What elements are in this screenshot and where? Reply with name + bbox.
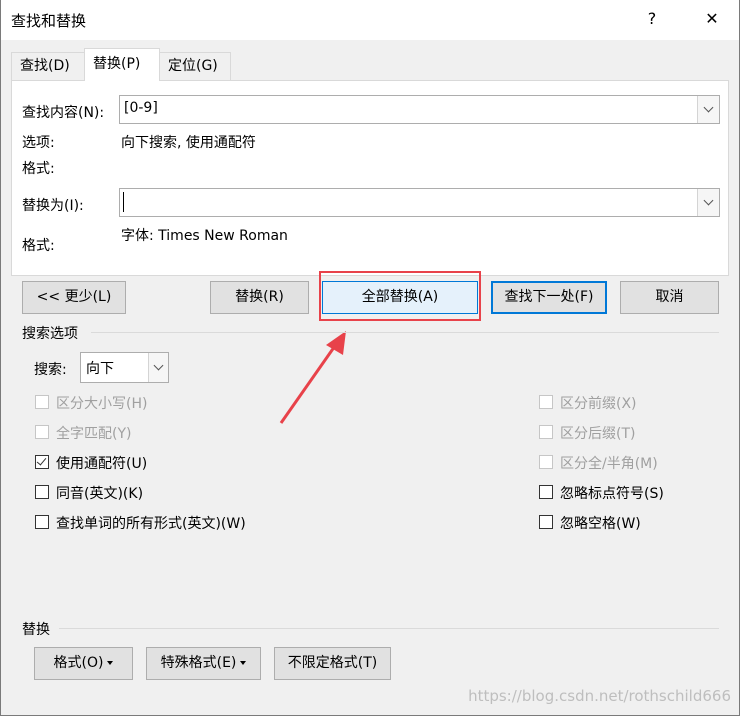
special-format-button[interactable]: 特殊格式(E) — [146, 647, 261, 680]
tab-find[interactable]: 查找(D) — [11, 52, 85, 80]
find-input[interactable]: [0-9] — [124, 100, 158, 116]
replace-button[interactable]: 替换(R) — [210, 281, 309, 314]
tab-goto[interactable]: 定位(G) — [159, 52, 231, 80]
replace-format-label: 格式: — [22, 238, 55, 254]
format-button[interactable]: 格式(O) — [34, 647, 133, 680]
ignore-space-checkbox[interactable] — [539, 515, 553, 529]
whole-word-checkbox[interactable] — [35, 425, 49, 439]
all-word-forms-checkbox[interactable] — [35, 515, 49, 529]
search-options-heading: 搜索选项 — [22, 326, 78, 342]
format-button-label: 格式(O) — [53, 655, 104, 671]
match-prefix-label: 区分前缀(X) — [560, 396, 637, 412]
ignore-punctuation-label: 忽略标点符号(S) — [560, 486, 664, 502]
find-format-label: 格式: — [22, 161, 55, 177]
cancel-button[interactable]: 取消 — [620, 281, 719, 314]
find-next-button[interactable]: 查找下一处(F) — [491, 281, 607, 314]
watermark: https://blog.csdn.net/rothschild666 — [468, 687, 731, 705]
search-direction-label: 搜索: — [34, 362, 67, 378]
less-button[interactable]: << 更少(L) — [22, 281, 126, 314]
chevron-down-icon — [703, 102, 714, 113]
special-format-button-label: 特殊格式(E) — [160, 655, 237, 671]
use-wildcards-label: 使用通配符(U) — [56, 456, 148, 472]
match-prefix-checkbox[interactable] — [539, 395, 553, 409]
replace-combobox[interactable] — [119, 188, 720, 217]
options-label: 选项: — [22, 135, 55, 151]
find-combobox[interactable]: [0-9] — [119, 95, 720, 124]
no-formatting-button[interactable]: 不限定格式(T) — [274, 647, 391, 680]
ignore-space-label: 忽略空格(W) — [560, 516, 641, 532]
search-direction-select[interactable]: 向下 — [80, 352, 169, 383]
match-width-checkbox[interactable] — [539, 455, 553, 469]
dropdown-arrow-icon — [240, 661, 247, 665]
close-button[interactable]: ✕ — [689, 0, 735, 38]
match-suffix-label: 区分后缀(T) — [560, 426, 636, 442]
section-divider — [91, 332, 719, 333]
match-suffix-checkbox[interactable] — [539, 425, 553, 439]
replace-dropdown-button[interactable] — [697, 189, 719, 216]
chevron-down-icon — [703, 195, 714, 206]
help-button[interactable]: ? — [629, 0, 675, 38]
replace-label: 替换为(I): — [22, 198, 84, 214]
find-replace-dialog: 查找和替换 ? ✕ 查找(D) 替换(P) 定位(G) 查找内容(N): [0-… — [0, 0, 740, 716]
chevron-down-icon — [153, 360, 164, 371]
dropdown-arrow-icon — [107, 661, 114, 665]
match-case-label: 区分大小写(H) — [56, 396, 148, 412]
all-word-forms-label: 查找单词的所有形式(英文)(W) — [56, 516, 246, 532]
checkmark-icon — [36, 455, 47, 466]
annotation-arrow-icon — [279, 331, 346, 424]
replace-section-heading: 替换 — [22, 622, 50, 638]
match-width-label: 区分全/半角(M) — [560, 456, 658, 472]
replace-format-value: 字体: Times New Roman — [121, 228, 288, 244]
text-caret — [123, 192, 124, 212]
ignore-punctuation-checkbox[interactable] — [539, 485, 553, 499]
dialog-title: 查找和替换 — [11, 12, 87, 30]
whole-word-label: 全字匹配(Y) — [56, 426, 132, 442]
use-wildcards-checkbox[interactable] — [35, 455, 49, 469]
sounds-like-checkbox[interactable] — [35, 485, 49, 499]
title-bar: 查找和替换 ? ✕ — [1, 0, 739, 40]
section-divider — [59, 628, 719, 629]
find-label: 查找内容(N): — [22, 105, 105, 121]
sounds-like-label: 同音(英文)(K) — [56, 486, 144, 502]
tab-replace[interactable]: 替换(P) — [84, 48, 160, 81]
find-dropdown-button[interactable] — [697, 96, 719, 123]
match-case-checkbox[interactable] — [35, 395, 49, 409]
search-direction-value: 向下 — [86, 361, 114, 377]
search-direction-dropdown[interactable] — [148, 353, 168, 382]
options-value: 向下搜索, 使用通配符 — [121, 135, 256, 151]
annotation-highlight-box — [319, 271, 481, 321]
